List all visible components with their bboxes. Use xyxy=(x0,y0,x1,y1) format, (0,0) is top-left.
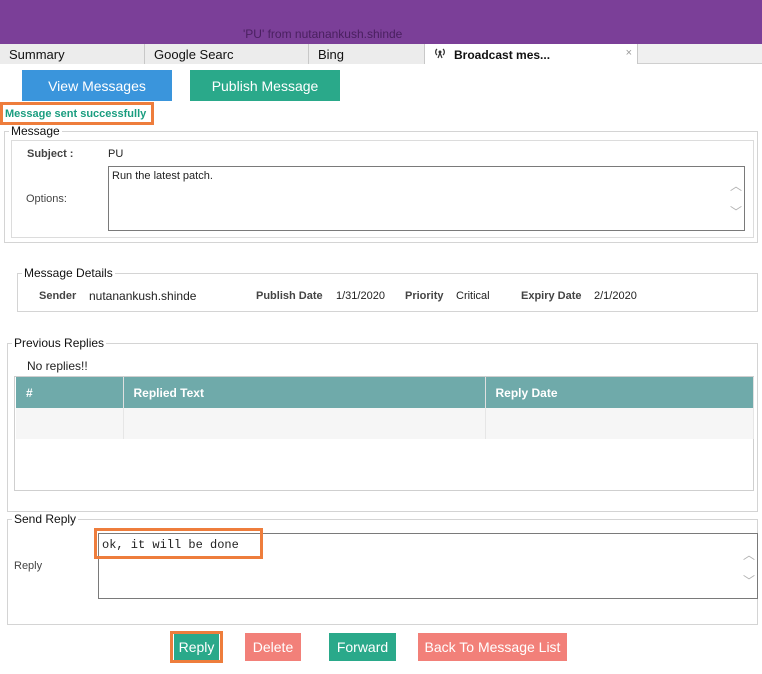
no-replies-text: No replies!! xyxy=(27,359,88,373)
previous-replies-legend: Previous Replies xyxy=(14,336,105,350)
subject-label: Subject : xyxy=(27,148,74,160)
tab-label: Broadcast mes... xyxy=(454,48,551,62)
priority-label: Priority xyxy=(405,290,444,302)
expiry-date-value: 2/1/2020 xyxy=(594,290,637,302)
tab-summary[interactable]: Summary xyxy=(0,44,145,64)
subject-value: PU xyxy=(108,148,124,160)
message-legend: Message xyxy=(11,124,60,138)
sender-label: Sender xyxy=(39,290,77,302)
priority-value: Critical xyxy=(456,290,490,302)
view-messages-button[interactable]: View Messages xyxy=(22,70,172,101)
tab-bar: Summary Google Searc Bing Broadcast mes.… xyxy=(0,44,762,64)
window-titlebar: 'PU' from nutanankush.shinde xyxy=(0,0,762,44)
window-title: 'PU' from nutanankush.shinde xyxy=(243,27,403,41)
broadcast-icon xyxy=(434,47,448,62)
forward-button[interactable]: Forward xyxy=(329,633,396,661)
send-reply-legend: Send Reply xyxy=(14,512,77,526)
reply-label: Reply xyxy=(14,560,43,572)
message-body-box[interactable]: Run the latest patch. ︿ ﹀ xyxy=(108,166,745,231)
tab-label: Google Searc xyxy=(154,47,234,62)
tab-label: Bing xyxy=(318,47,345,62)
details-legend: Message Details xyxy=(24,266,113,280)
scroll-arrows-icon[interactable]: ︿ ﹀ xyxy=(743,542,755,594)
tab-google-search[interactable]: Google Searc xyxy=(145,44,309,64)
back-to-list-button[interactable]: Back To Message List xyxy=(418,633,567,661)
delete-button[interactable]: Delete xyxy=(245,633,301,661)
tab-bing[interactable]: Bing xyxy=(309,44,425,64)
publish-message-button[interactable]: Publish Message xyxy=(190,70,340,101)
reply-button[interactable]: Reply xyxy=(174,634,219,660)
publish-date-value: 1/31/2020 xyxy=(336,290,385,302)
status-message: Message sent successfully xyxy=(5,108,147,120)
column-header-reply-date[interactable]: Reply Date xyxy=(485,377,754,408)
close-icon[interactable]: × xyxy=(626,47,632,59)
options-label: Options: xyxy=(26,193,67,205)
replies-table: # Replied Text Reply Date xyxy=(16,377,754,439)
expiry-date-label: Expiry Date xyxy=(521,290,582,302)
tab-label: Summary xyxy=(9,47,65,62)
sender-value: nutanankush.shinde xyxy=(89,289,197,303)
reply-highlight xyxy=(94,528,263,559)
scroll-arrows-icon[interactable]: ︿ ﹀ xyxy=(730,173,742,225)
table-row xyxy=(16,408,754,439)
column-header-number[interactable]: # xyxy=(16,377,124,408)
publish-date-label: Publish Date xyxy=(256,290,323,302)
tab-broadcast-messages[interactable]: Broadcast mes... × xyxy=(425,44,638,64)
message-body: Run the latest patch. xyxy=(112,170,213,182)
column-header-replied-text[interactable]: Replied Text xyxy=(123,377,486,408)
